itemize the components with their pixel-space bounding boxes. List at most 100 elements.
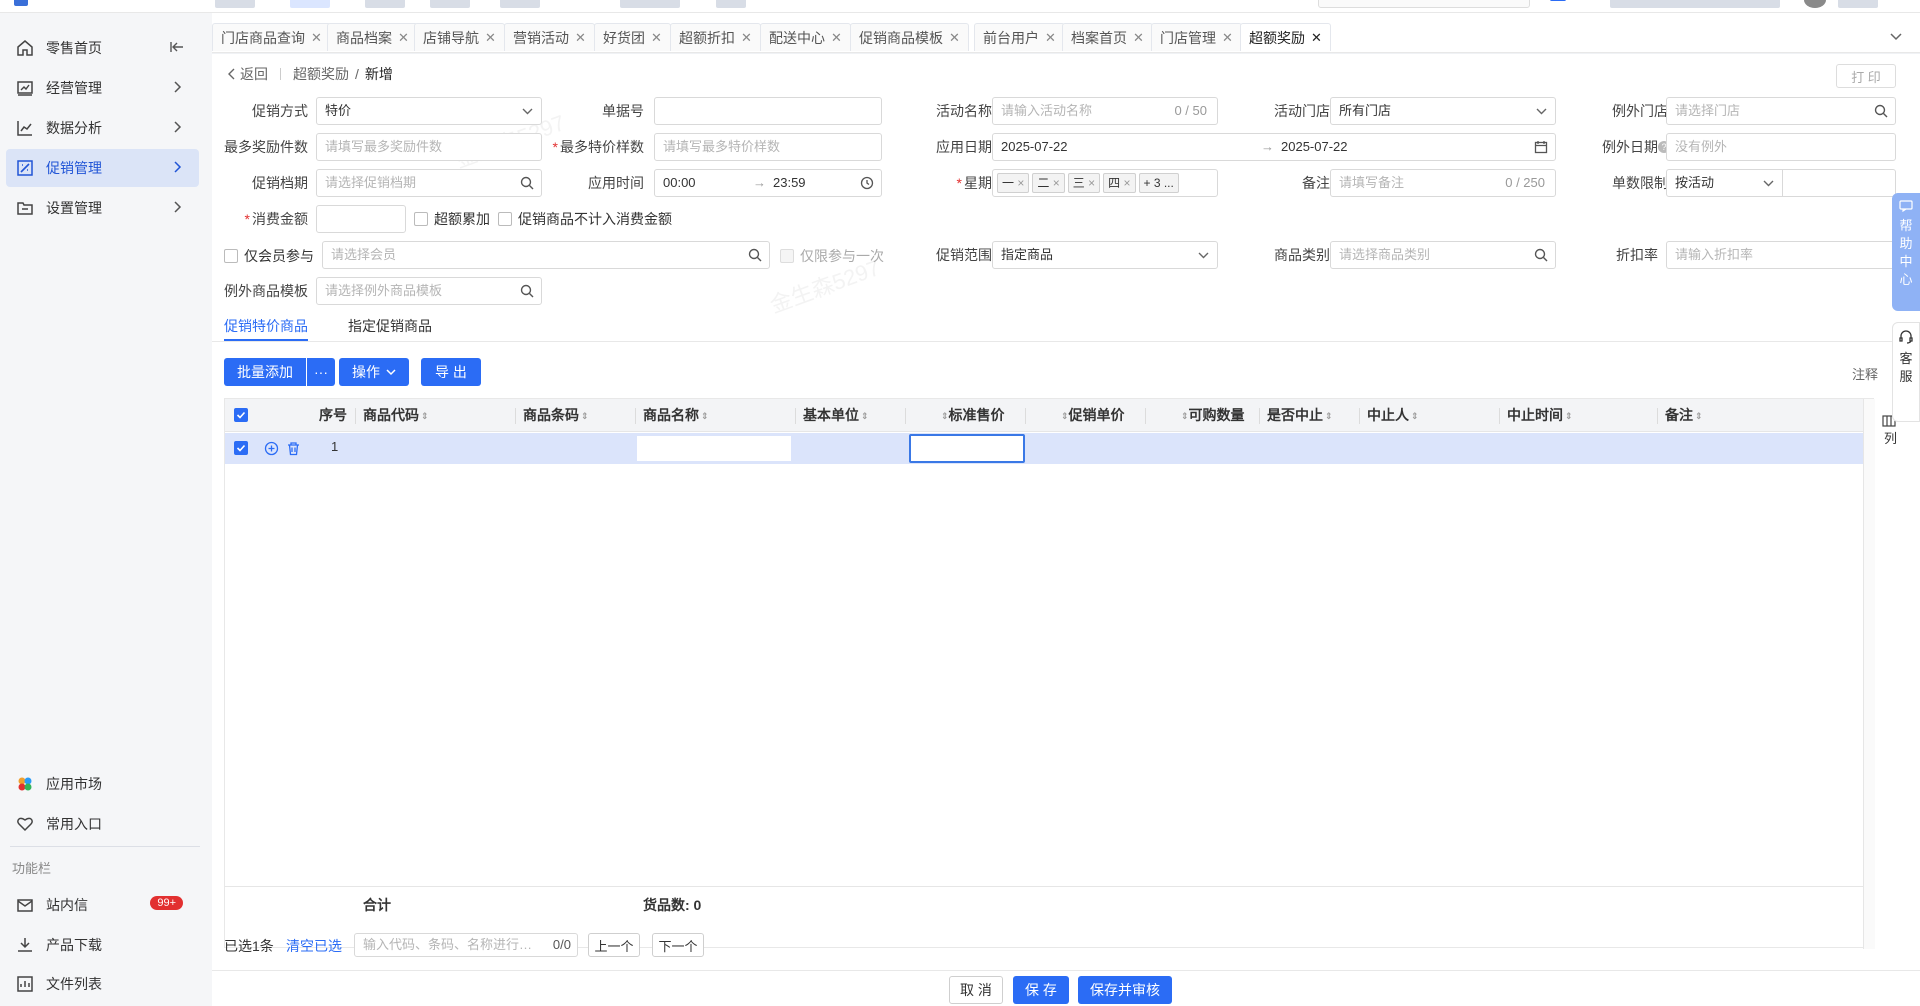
- add-row-icon[interactable]: [264, 441, 279, 456]
- sidebar-item-app-market[interactable]: 应用市场: [6, 765, 199, 803]
- close-icon[interactable]: ✕: [1311, 30, 1322, 46]
- sidebar-item-download[interactable]: 产品下载: [6, 926, 199, 964]
- header-nav-item[interactable]: [716, 0, 746, 8]
- apply-date-start[interactable]: 2025-07-22: [1001, 139, 1068, 154]
- tab-excess-reward[interactable]: 超额奖励 ✕: [1240, 23, 1331, 51]
- close-icon[interactable]: ✕: [575, 30, 586, 46]
- header-nav-item[interactable]: [500, 0, 540, 8]
- sort-icon[interactable]: ⇕: [1411, 400, 1419, 433]
- apply-time-end[interactable]: 23:59: [773, 170, 806, 196]
- search-icon[interactable]: [519, 175, 535, 191]
- col-goods-code[interactable]: 商品代码 ⇕: [363, 399, 429, 432]
- close-icon[interactable]: ✕: [1045, 30, 1056, 46]
- tab-front-users[interactable]: 前台用户 ✕: [974, 23, 1065, 51]
- weekday-multi-select[interactable]: 一 × 二 × 三 × 四 × + 3 ...: [992, 169, 1218, 197]
- close-icon[interactable]: ✕: [311, 30, 322, 46]
- avatar[interactable]: [1804, 0, 1826, 8]
- activity-store-select[interactable]: 所有门店: [1330, 97, 1556, 125]
- tab-promo-template[interactable]: 促销商品模板 ✕: [850, 23, 969, 51]
- header-nav-item[interactable]: [215, 0, 255, 8]
- once-only-checkbox[interactable]: [780, 249, 794, 263]
- goods-category-input[interactable]: 请选择商品类别: [1330, 241, 1556, 269]
- help-center-float[interactable]: 帮 助 中 心: [1892, 193, 1920, 311]
- row-search-input[interactable]: 输入代码、条码、名称进行… 0/0: [354, 933, 578, 957]
- activity-name-input[interactable]: 请输入活动名称 0 / 50: [992, 97, 1218, 125]
- sidebar-item-settings[interactable]: 设置管理: [6, 189, 199, 227]
- save-button[interactable]: 保 存: [1013, 976, 1069, 1004]
- header-nav-item-active[interactable]: [290, 0, 330, 8]
- exclude-date-input[interactable]: 没有例外: [1666, 133, 1896, 161]
- tab-archive-home[interactable]: 档案首页 ✕: [1062, 23, 1153, 51]
- annotation-label[interactable]: 注释: [1852, 364, 1878, 383]
- sidebar-item-analysis[interactable]: 数据分析: [6, 109, 199, 147]
- exclude-store-input[interactable]: 请选择门店: [1666, 97, 1896, 125]
- batch-add-button[interactable]: 批量添加: [224, 358, 306, 386]
- back-link[interactable]: 返回: [228, 64, 268, 84]
- collapse-sidebar-icon[interactable]: [169, 39, 185, 55]
- header-search-input[interactable]: [1318, 0, 1530, 8]
- exclude-template-input[interactable]: 请选择例外商品模板: [316, 277, 542, 305]
- sidebar-item-messages[interactable]: 站内信 99+: [6, 886, 199, 924]
- weekday-tag[interactable]: 四 ×: [1103, 173, 1136, 193]
- customer-service-float[interactable]: 客 服: [1892, 322, 1920, 422]
- close-icon[interactable]: ✕: [949, 30, 960, 46]
- print-button[interactable]: 打 印: [1836, 64, 1896, 88]
- close-icon[interactable]: ✕: [1133, 30, 1144, 46]
- row-checkbox[interactable]: [234, 441, 248, 455]
- sidebar-item-promotion[interactable]: 促销管理: [6, 149, 199, 187]
- sidebar-item-home[interactable]: 零售首页: [6, 29, 199, 67]
- delete-row-icon[interactable]: [286, 441, 301, 456]
- exclude-amount-checkbox[interactable]: [498, 212, 512, 226]
- header-nav-item[interactable]: [430, 0, 470, 8]
- col-barcode[interactable]: 商品条码 ⇕: [523, 399, 589, 432]
- sort-icon[interactable]: ⇕: [1181, 400, 1189, 433]
- close-icon[interactable]: ×: [1017, 176, 1024, 190]
- table-scrollbar[interactable]: [1863, 399, 1875, 949]
- close-icon[interactable]: ×: [1088, 176, 1095, 190]
- excess-accum-checkbox[interactable]: [414, 212, 428, 226]
- close-icon[interactable]: ✕: [485, 30, 496, 46]
- sort-icon[interactable]: ⇕: [1695, 400, 1703, 433]
- sort-icon[interactable]: ⇕: [1061, 400, 1069, 433]
- header-org-selector[interactable]: [1610, 0, 1780, 8]
- tab-store-manage[interactable]: 门店管理 ✕: [1151, 23, 1242, 51]
- doc-no-input[interactable]: [654, 97, 882, 125]
- discount-rate-input[interactable]: 请输入折扣率: [1666, 241, 1896, 269]
- close-icon[interactable]: ×: [1123, 176, 1130, 190]
- member-only-checkbox[interactable]: [224, 249, 238, 263]
- sort-icon[interactable]: ⇕: [1325, 400, 1333, 433]
- header-nav-item[interactable]: [365, 0, 405, 8]
- sidebar-item-business[interactable]: 经营管理: [6, 69, 199, 107]
- spend-amount-input[interactable]: [316, 205, 406, 233]
- col-is-stopped[interactable]: 是否中止 ⇕: [1267, 399, 1333, 432]
- apply-time-start[interactable]: 00:00: [663, 175, 696, 190]
- search-icon[interactable]: [747, 247, 763, 263]
- search-icon[interactable]: [1533, 247, 1549, 263]
- tab-group-buy[interactable]: 好货团 ✕: [594, 23, 671, 51]
- sort-icon[interactable]: ⇕: [1565, 400, 1573, 433]
- qty-limit-input[interactable]: [1784, 170, 1894, 196]
- breadcrumb-parent[interactable]: 超额奖励: [293, 64, 349, 84]
- sidebar-item-favorites[interactable]: 常用入口: [6, 805, 199, 843]
- header-menu-icon[interactable]: [1550, 0, 1566, 1]
- max-special-input[interactable]: 请填写最多特价样数: [654, 133, 882, 161]
- sort-icon[interactable]: ⇕: [861, 400, 869, 433]
- export-button[interactable]: 导 出: [421, 358, 481, 386]
- apply-date-range-picker[interactable]: 2025-07-22 → 2025-07-22: [992, 133, 1556, 161]
- weekday-tag[interactable]: 二 ×: [1032, 173, 1065, 193]
- close-icon[interactable]: ✕: [741, 30, 752, 46]
- weekday-tag[interactable]: 三 ×: [1067, 173, 1101, 193]
- tab-goods-archive[interactable]: 商品档案 ✕: [327, 23, 418, 51]
- std-price-cell-input[interactable]: [909, 434, 1025, 463]
- tab-distribution[interactable]: 配送中心 ✕: [760, 23, 851, 51]
- close-icon[interactable]: ×: [1053, 176, 1060, 190]
- close-icon[interactable]: ✕: [398, 30, 409, 46]
- tab-store-nav[interactable]: 店铺导航 ✕: [414, 23, 505, 51]
- apply-date-end[interactable]: 2025-07-22: [1281, 134, 1348, 160]
- select-all-checkbox[interactable]: [234, 408, 248, 422]
- promo-period-input[interactable]: 请选择促销档期: [316, 169, 542, 197]
- next-match-button[interactable]: 下一个: [652, 933, 704, 957]
- weekday-tag[interactable]: 一 ×: [997, 173, 1030, 193]
- column-settings-label[interactable]: 列: [1884, 428, 1897, 447]
- header-username[interactable]: [1838, 0, 1878, 8]
